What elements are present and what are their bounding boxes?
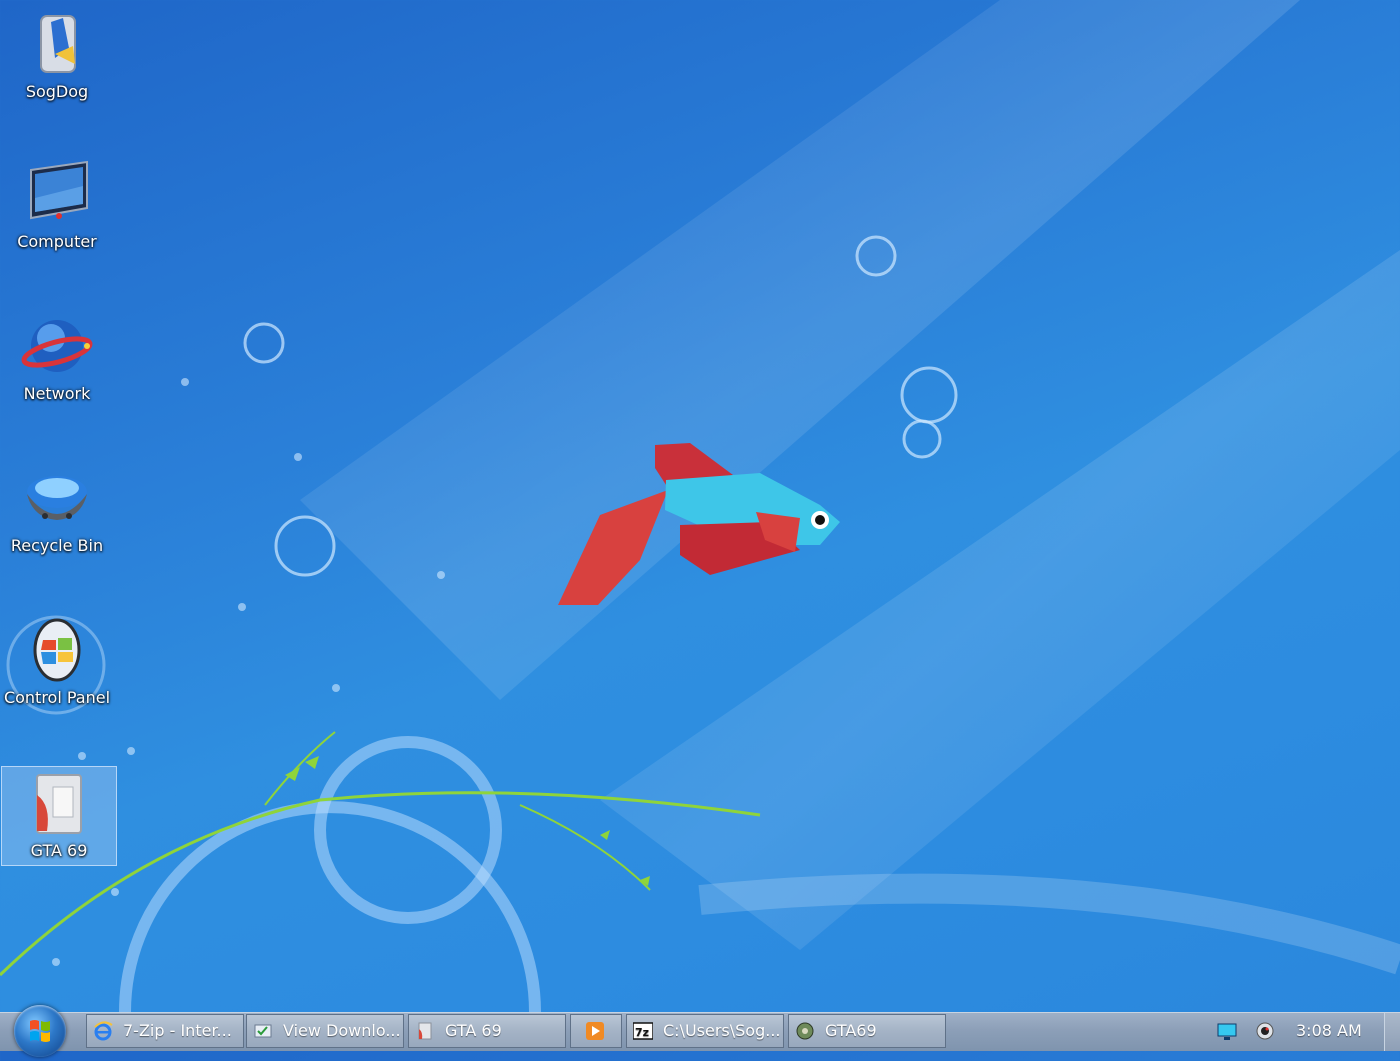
taskbar-button-label: 7-Zip - Inter...	[123, 1021, 232, 1040]
taskbar-button-internet-explorer[interactable]: 7-Zip - Inter...	[86, 1014, 244, 1048]
desktop-icon-network[interactable]: Network	[0, 310, 114, 404]
network-monitor-icon[interactable]	[1216, 1021, 1238, 1043]
media-player-icon	[586, 1022, 604, 1040]
desktop-icon-gta-69[interactable]: GTA 69	[1, 766, 117, 866]
taskbar-button-7zip-window[interactable]: 7z C:\Users\Sog...	[626, 1014, 784, 1048]
show-desktop-button[interactable]	[1384, 1013, 1400, 1051]
svg-text:7z: 7z	[635, 1026, 649, 1039]
downloads-icon	[254, 1024, 272, 1038]
desktop-icon-label: Network	[23, 384, 91, 403]
desktop-icon-sogdog[interactable]: SogDog	[0, 8, 114, 102]
internet-explorer-icon	[94, 1021, 113, 1041]
taskbar-button-gta69-game[interactable]: GTA69	[788, 1014, 946, 1048]
folder-icon	[418, 1022, 432, 1040]
desktop-icon-control-panel[interactable]: Control Panel	[0, 614, 114, 708]
taskbar-button-label: View Downlo...	[283, 1021, 401, 1040]
desktop-icon-recycle-bin[interactable]: Recycle Bin	[0, 462, 114, 556]
webcam-icon[interactable]	[1254, 1021, 1276, 1043]
taskbar-button-label: GTA69	[825, 1021, 877, 1040]
desktop-wallpaper	[0, 0, 1400, 1012]
desktop-icon-label: GTA 69	[30, 841, 88, 860]
taskbar-button-label: GTA 69	[445, 1021, 502, 1040]
7zip-icon: 7z	[633, 1022, 653, 1040]
taskbar-button-gta-69-folder[interactable]: GTA 69	[408, 1014, 566, 1048]
desktop-icon-label: Recycle Bin	[10, 536, 104, 555]
computer-icon	[30, 160, 88, 220]
taskbar-button-view-downloads[interactable]: View Downlo...	[246, 1014, 404, 1048]
recycle-bin-icon	[27, 476, 87, 520]
windows-logo-icon	[30, 1020, 50, 1042]
taskbar-button-label: C:\Users\Sog...	[663, 1021, 781, 1040]
desktop-icon-label: SogDog	[25, 82, 89, 101]
start-button[interactable]	[14, 1005, 66, 1057]
clock[interactable]: 3:08 AM	[1296, 1021, 1362, 1040]
control-panel-icon	[33, 618, 81, 682]
game-icon	[796, 1022, 814, 1040]
desktop-icon-label: Control Panel	[3, 688, 111, 707]
desktop-icon-computer[interactable]: Computer	[0, 158, 114, 252]
user-folder-icon	[40, 15, 76, 73]
taskbar-button-media-player[interactable]	[570, 1014, 622, 1048]
network-globe-icon	[21, 320, 93, 372]
folder-icon	[36, 774, 82, 834]
desktop-icon-label: Computer	[17, 232, 97, 251]
taskbar: 7-Zip - Inter... View Downlo... GTA 69 7…	[0, 1005, 1400, 1057]
system-tray	[1210, 1013, 1290, 1051]
